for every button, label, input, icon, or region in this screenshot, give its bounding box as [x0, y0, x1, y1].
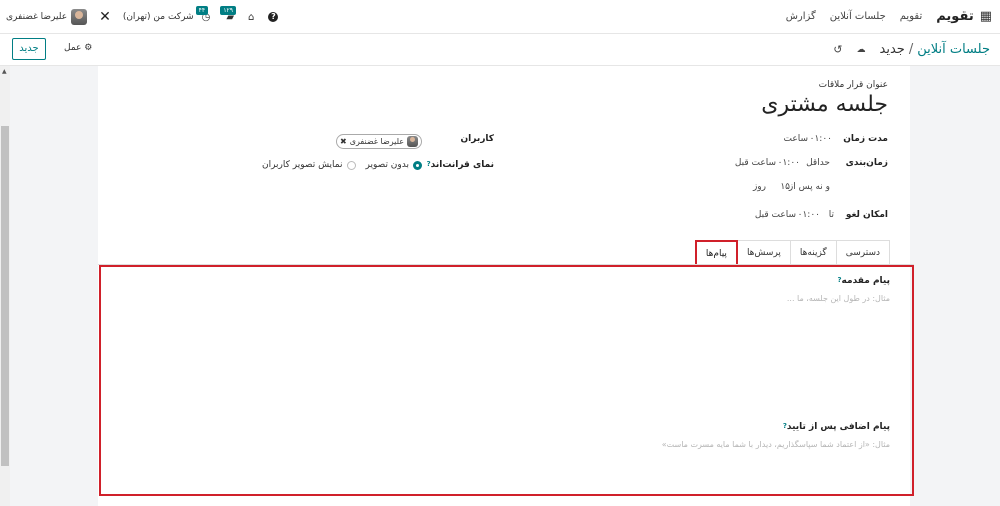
scroll-up-icon[interactable]: ▲ [2, 68, 7, 75]
tab-questions[interactable]: پرسش‌ها [736, 240, 791, 265]
radio-no-image-label[interactable]: بدون تصویر [366, 160, 409, 170]
tab-options[interactable]: گزینه‌ها [789, 240, 837, 265]
intro-message-text: پیام مقدمه [841, 276, 890, 286]
title-label: عنوان قرار ملاقات [818, 80, 888, 90]
tab-access[interactable]: دسترسی [835, 240, 890, 265]
radio-show-image-label[interactable]: نمایش تصویر کاربران [262, 160, 343, 170]
confirm-message-text: پیام اضافی پس از تایید [786, 422, 890, 432]
scheduling-max-prefix: و نه پس از [788, 182, 830, 192]
action-menu[interactable]: ⚙ عمل [64, 43, 92, 53]
discard-icon[interactable]: ↺ [833, 43, 842, 56]
help-icon[interactable]: ? [268, 12, 279, 22]
scheduling-max-unit: روز [752, 182, 766, 192]
control-panel: جلسات آنلاین / جدید ☁ ↺ جدید ⚙ عمل [0, 34, 1000, 66]
intro-message-input[interactable]: مثال: در طول این جلسه، ما ... [787, 294, 890, 303]
user-tag[interactable]: علیرضا غضنفری ✖ [336, 134, 422, 149]
tab-messages[interactable]: پیام‌ها [694, 240, 738, 265]
top-navbar: ▦ تقویم تقویم جلسات آنلاین گزارش علیرضا … [0, 0, 1000, 34]
scheduling-max-value[interactable]: ۱۵ [780, 182, 790, 192]
user-tag-avatar [407, 136, 418, 147]
user-menu[interactable]: علیرضا غضنفری [6, 9, 88, 25]
cancel-unit: ساعت قبل [754, 210, 796, 220]
front-display-text: نمای قرانت‌اند [430, 160, 494, 170]
user-avatar [71, 9, 88, 25]
breadcrumb-separator: / [908, 42, 914, 57]
radio-show-image[interactable] [346, 160, 356, 170]
title-field[interactable]: جلسه مشتری [761, 92, 888, 117]
scheduling-label: زمان‌بندی [845, 158, 888, 168]
activity-button[interactable]: ◷ ۴۴ [195, 5, 210, 23]
users-label: کاربران [460, 134, 494, 144]
systray: علیرضا غضنفری ✕ شرکت من (تهران) ◷ ۴۴ ▰ ۱… [6, 0, 279, 34]
scheduling-min-prefix: حداقل [806, 158, 830, 168]
messages-button[interactable]: ▰ ۱۲۹ [220, 5, 236, 23]
cancel-prefix: تا [828, 210, 834, 220]
user-tag-label: علیرضا غضنفری [349, 137, 404, 146]
bell-icon[interactable]: ⌂ [248, 12, 254, 23]
tools-icon[interactable]: ✕ [99, 9, 111, 25]
duration-value[interactable]: ۰۱:۰۰ [810, 134, 832, 144]
breadcrumb-current: جدید [879, 42, 905, 57]
scroll-thumb[interactable] [1, 126, 9, 466]
menu-item-calendar[interactable]: تقویم [900, 11, 922, 22]
breadcrumb: جلسات آنلاین / جدید ☁ ↺ [833, 42, 990, 57]
save-cloud-icon[interactable]: ☁ [857, 45, 866, 55]
duration-label: مدت زمان [843, 134, 888, 144]
cancel-label: امکان لغو [845, 210, 888, 220]
activity-badge: ۴۴ [195, 5, 209, 15]
scheduling-min-value[interactable]: ۰۱:۰۰ [778, 158, 800, 168]
company-switcher[interactable]: شرکت من (تهران) [123, 12, 194, 22]
scheduling-min-unit: ساعت قبل [734, 158, 776, 168]
notebook-tabs: دسترسی گزینه‌ها پرسش‌ها پیام‌ها [694, 240, 890, 265]
front-display-label: نمای قرانت‌اند? [427, 160, 494, 170]
menu-item-online-meetings[interactable]: جلسات آنلاین [830, 11, 886, 22]
confirm-message-input[interactable]: مثال: «از اعتماد شما سپاسگذاریم، دیدار ب… [662, 440, 890, 449]
tag-remove-icon[interactable]: ✖ [340, 137, 347, 146]
new-button[interactable]: جدید [12, 38, 46, 60]
scrollbar[interactable]: ▲ [0, 66, 10, 506]
messages-badge: ۱۲۹ [220, 5, 236, 15]
action-label: عمل [64, 43, 82, 53]
user-name: علیرضا غضنفری [6, 12, 68, 22]
duration-unit: ساعت [783, 134, 809, 144]
apps-menu-icon[interactable]: ▦ [980, 9, 992, 24]
intro-message-label: پیام مقدمه? [837, 276, 890, 286]
breadcrumb-parent[interactable]: جلسات آنلاین [917, 42, 990, 57]
menu-item-report[interactable]: گزارش [786, 11, 816, 22]
front-display-options: بدون تصویر نمایش تصویر کاربران [262, 160, 422, 170]
confirm-message-label: پیام اضافی پس از تایید? [783, 422, 890, 432]
app-name[interactable]: تقویم [936, 9, 973, 24]
cancel-value[interactable]: ۰۱:۰۰ [798, 210, 820, 220]
gear-icon: ⚙ [84, 43, 93, 53]
nav-menu: تقویم جلسات آنلاین گزارش [786, 11, 923, 22]
radio-no-image[interactable] [413, 160, 422, 170]
